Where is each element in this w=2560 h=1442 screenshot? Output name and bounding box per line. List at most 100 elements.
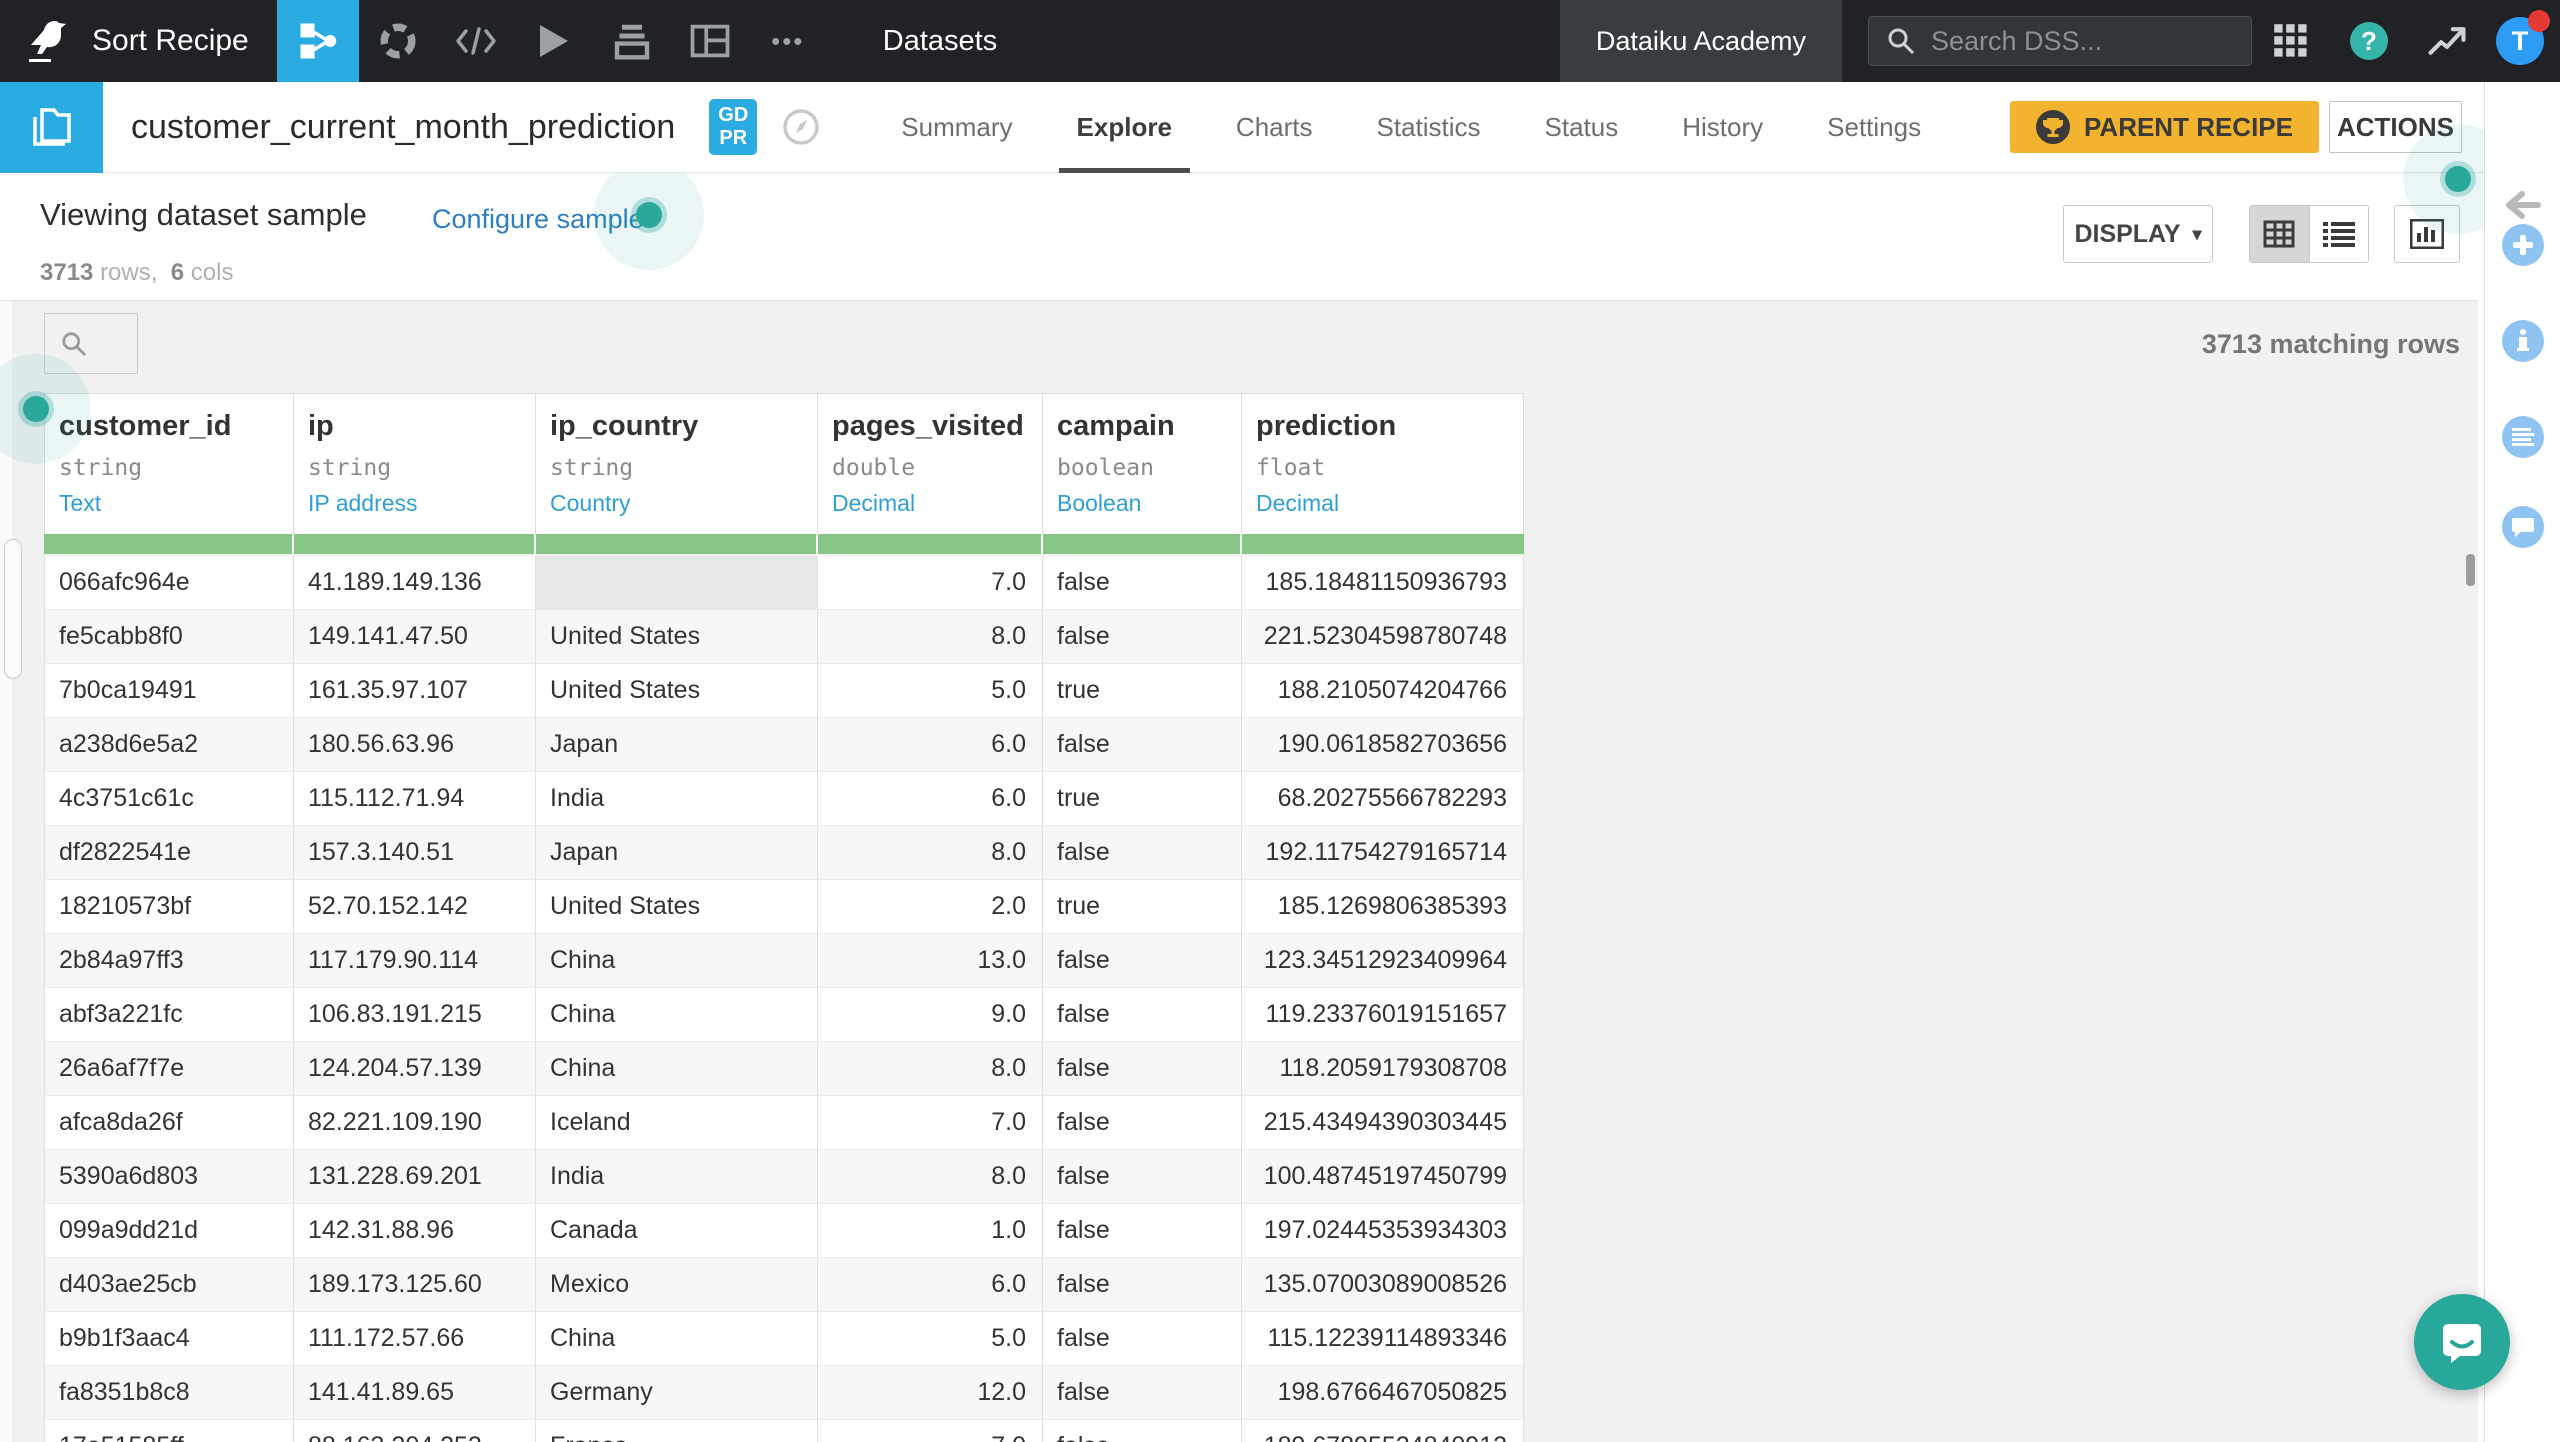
- cell-ip_country[interactable]: China: [536, 988, 818, 1042]
- cell-ip_country[interactable]: Mexico: [536, 1258, 818, 1312]
- quality-bar-prediction[interactable]: [1242, 534, 1524, 554]
- cell-ip_country[interactable]: Japan: [536, 826, 818, 880]
- cell-prediction[interactable]: 185.18481150936793: [1242, 556, 1524, 610]
- cell-ip[interactable]: 157.3.140.51: [294, 826, 536, 880]
- parent-recipe-button[interactable]: PARENT RECIPE: [2010, 101, 2319, 153]
- list-view-button[interactable]: [2308, 206, 2368, 262]
- cell-pages_visited[interactable]: 5.0: [818, 1312, 1043, 1366]
- cell-pages_visited[interactable]: 6.0: [818, 718, 1043, 772]
- column-header-pages_visited[interactable]: pages_visited double Decimal: [818, 393, 1043, 534]
- cell-ip_country[interactable]: Canada: [536, 1204, 818, 1258]
- cell-campain[interactable]: false: [1043, 1096, 1242, 1150]
- column-name[interactable]: pages_visited: [832, 410, 1042, 443]
- column-name[interactable]: ip: [308, 410, 535, 443]
- cell-ip_country[interactable]: India: [536, 1150, 818, 1204]
- cell-ip_country[interactable]: China: [536, 1042, 818, 1096]
- column-header-campain[interactable]: campain boolean Boolean: [1043, 393, 1242, 534]
- column-meaning[interactable]: Boolean: [1057, 490, 1241, 517]
- trend-icon[interactable]: [2408, 0, 2486, 82]
- cell-customer_id[interactable]: b9b1f3aac4: [44, 1312, 294, 1366]
- cell-ip_country[interactable]: China: [536, 934, 818, 988]
- cell-campain[interactable]: false: [1043, 988, 1242, 1042]
- cell-ip[interactable]: 142.31.88.96: [294, 1204, 536, 1258]
- cell-prediction[interactable]: 135.07003089008526: [1242, 1258, 1524, 1312]
- cell-prediction[interactable]: 185.1269806385393: [1242, 880, 1524, 934]
- cell-ip[interactable]: 180.56.63.96: [294, 718, 536, 772]
- cell-ip[interactable]: 141.41.89.65: [294, 1366, 536, 1420]
- code-icon[interactable]: [437, 0, 515, 82]
- cell-customer_id[interactable]: 4c3751c61c: [44, 772, 294, 826]
- cell-ip_country[interactable]: China: [536, 1312, 818, 1366]
- lab-icon[interactable]: [359, 0, 437, 82]
- dashboard-icon[interactable]: [671, 0, 749, 82]
- column-meaning[interactable]: Decimal: [832, 490, 1042, 517]
- column-meaning[interactable]: Country: [550, 490, 817, 517]
- cell-campain[interactable]: false: [1043, 1366, 1242, 1420]
- cell-customer_id[interactable]: 26a6af7f7e: [44, 1042, 294, 1096]
- table-view-button[interactable]: [2250, 206, 2309, 262]
- left-panel-handle[interactable]: [4, 539, 22, 679]
- cell-campain[interactable]: false: [1043, 1042, 1242, 1096]
- column-header-ip[interactable]: ip string IP address: [294, 393, 536, 534]
- cell-customer_id[interactable]: 17e51585ff: [44, 1420, 294, 1442]
- cell-prediction[interactable]: 115.12239114893346: [1242, 1312, 1524, 1366]
- cell-campain[interactable]: false: [1043, 1150, 1242, 1204]
- nav-datasets[interactable]: Datasets: [883, 25, 997, 58]
- cell-campain[interactable]: false: [1043, 1204, 1242, 1258]
- cell-prediction[interactable]: 188.2105074204766: [1242, 664, 1524, 718]
- flow-icon[interactable]: [276, 0, 359, 82]
- quality-bar-pages_visited[interactable]: [818, 534, 1043, 554]
- cell-ip[interactable]: 115.112.71.94: [294, 772, 536, 826]
- cell-campain[interactable]: false: [1043, 556, 1242, 610]
- cell-pages_visited[interactable]: 8.0: [818, 610, 1043, 664]
- project-name[interactable]: Dataiku Academy: [1559, 0, 1842, 82]
- user-avatar[interactable]: T: [2496, 10, 2550, 65]
- tab-settings[interactable]: Settings: [1827, 82, 1921, 173]
- vertical-scrollbar[interactable]: [2466, 554, 2475, 586]
- cell-campain[interactable]: false: [1043, 934, 1242, 988]
- cell-customer_id[interactable]: 7b0ca19491: [44, 664, 294, 718]
- cell-ip[interactable]: 41.189.149.136: [294, 556, 536, 610]
- cell-ip_country[interactable]: India: [536, 772, 818, 826]
- cell-campain[interactable]: false: [1043, 718, 1242, 772]
- cell-customer_id[interactable]: afca8da26f: [44, 1096, 294, 1150]
- cell-prediction[interactable]: 197.02445353934303: [1242, 1204, 1524, 1258]
- chat-help-button[interactable]: [2414, 1294, 2510, 1390]
- cell-prediction[interactable]: 68.20275566782293: [1242, 772, 1524, 826]
- cell-pages_visited[interactable]: 9.0: [818, 988, 1043, 1042]
- cell-customer_id[interactable]: fa8351b8c8: [44, 1366, 294, 1420]
- display-button[interactable]: DISPLAY ▾: [2063, 205, 2213, 263]
- cell-pages_visited[interactable]: 8.0: [818, 1150, 1043, 1204]
- cell-prediction[interactable]: 100.48745197450799: [1242, 1150, 1524, 1204]
- quality-bar-ip[interactable]: [294, 534, 536, 554]
- tab-summary[interactable]: Summary: [901, 82, 1012, 173]
- cell-ip[interactable]: 52.70.152.142: [294, 880, 536, 934]
- cell-ip[interactable]: 111.172.57.66: [294, 1312, 536, 1366]
- cell-campain[interactable]: true: [1043, 664, 1242, 718]
- cell-customer_id[interactable]: abf3a221fc: [44, 988, 294, 1042]
- add-panel-icon[interactable]: [2502, 224, 2544, 266]
- cell-customer_id[interactable]: 18210573bf: [44, 880, 294, 934]
- quality-bar-campain[interactable]: [1043, 534, 1242, 554]
- cell-ip[interactable]: 88.163.204.252: [294, 1420, 536, 1442]
- tab-history[interactable]: History: [1682, 82, 1763, 173]
- cell-campain[interactable]: true: [1043, 772, 1242, 826]
- cell-pages_visited[interactable]: 5.0: [818, 664, 1043, 718]
- cell-campain[interactable]: true: [1043, 880, 1242, 934]
- column-name[interactable]: customer_id: [59, 410, 293, 443]
- cell-ip[interactable]: 131.228.69.201: [294, 1150, 536, 1204]
- cell-pages_visited[interactable]: 12.0: [818, 1366, 1043, 1420]
- cell-ip_country[interactable]: Germany: [536, 1366, 818, 1420]
- tutorial-dot-actions[interactable]: [2445, 166, 2471, 192]
- cell-prediction[interactable]: 119.23376019151657: [1242, 988, 1524, 1042]
- cell-prediction[interactable]: 190.0618582703656: [1242, 718, 1524, 772]
- apps-grid-icon[interactable]: [2252, 0, 2330, 82]
- cell-pages_visited[interactable]: 6.0: [818, 1258, 1043, 1312]
- jobs-icon[interactable]: [593, 0, 671, 82]
- gdpr-badge[interactable]: GD PR: [709, 99, 758, 155]
- cell-pages_visited[interactable]: 7.0: [818, 556, 1043, 610]
- cell-ip[interactable]: 124.204.57.139: [294, 1042, 536, 1096]
- column-header-ip_country[interactable]: ip_country string Country: [536, 393, 818, 534]
- cell-pages_visited[interactable]: 6.0: [818, 772, 1043, 826]
- cell-campain[interactable]: false: [1043, 1312, 1242, 1366]
